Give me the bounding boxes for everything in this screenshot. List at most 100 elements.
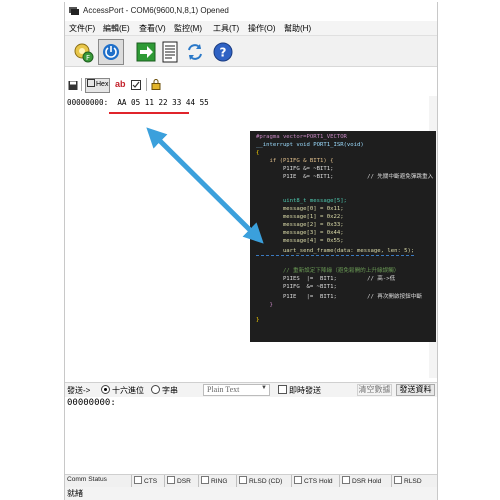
send-options-bar: 發送-> 十六進位 字串 Plain Text ▼ 即時發送 清空數據 發送資料 bbox=[65, 382, 437, 398]
svg-text:F: F bbox=[86, 54, 90, 62]
led-icon bbox=[394, 476, 402, 484]
receive-bytes: AA 05 11 22 33 44 55 bbox=[117, 98, 209, 107]
led-icon bbox=[342, 476, 350, 484]
hex-grid-icon bbox=[87, 79, 95, 87]
code-line-13: message[4] = 0x55; bbox=[256, 238, 344, 244]
menu-monitor[interactable]: 監控(M) bbox=[174, 23, 202, 34]
instant-send-label: 即時發送 bbox=[289, 386, 321, 395]
hex-radio[interactable]: 十六進位 bbox=[101, 385, 144, 396]
title-bar: AccessPort - COM6(9600,N,8,1) Opened bbox=[65, 2, 437, 20]
signal-cts-hold: CTS Hold bbox=[294, 476, 333, 485]
toolbar-divider bbox=[146, 78, 147, 91]
power-icon bbox=[103, 44, 119, 60]
string-radio-label: 字串 bbox=[162, 386, 178, 395]
hex-label: Hex bbox=[96, 81, 109, 88]
led-icon bbox=[134, 476, 142, 484]
connect-settings-button[interactable]: F bbox=[71, 39, 97, 65]
status-divider bbox=[164, 475, 165, 487]
send-address: 00000000: bbox=[67, 398, 116, 408]
string-radio[interactable]: 字串 bbox=[151, 385, 178, 396]
chevron-down-icon: ▼ bbox=[261, 385, 267, 391]
code-line-20: } bbox=[256, 302, 273, 308]
code-line-14: uart_send_frame(data: message, len: 5); bbox=[256, 248, 415, 257]
signal-ring: RING bbox=[201, 476, 227, 485]
signal-rlsd: RLSD bbox=[394, 476, 422, 485]
status-text: 就緒 bbox=[67, 489, 83, 498]
refresh-button[interactable] bbox=[182, 39, 208, 65]
led-icon bbox=[294, 476, 302, 484]
signal-rlsd-label: RLSD bbox=[404, 478, 422, 485]
toolbar-divider bbox=[81, 78, 82, 91]
status-bar: 就緒 bbox=[65, 487, 437, 500]
send-data-button[interactable]: 發送資料 bbox=[396, 384, 435, 396]
comm-status-label: Comm Status bbox=[67, 476, 107, 483]
code-line-21: } bbox=[256, 317, 260, 323]
power-button[interactable] bbox=[98, 39, 124, 65]
status-divider bbox=[131, 475, 132, 487]
radio-selected-icon bbox=[101, 385, 110, 394]
menu-bar: 文件(F) 編輯(E) 查看(V) 監控(M) 工具(T) 操作(O) 幫助(H… bbox=[65, 21, 437, 36]
code-line-8: uint8_t message[5]; bbox=[256, 198, 347, 204]
port-settings-icon: F bbox=[74, 43, 94, 63]
signal-cts-label: CTS bbox=[144, 478, 158, 485]
text-view-button[interactable]: ab bbox=[115, 78, 126, 91]
signal-cts: CTS bbox=[134, 476, 157, 485]
menu-tools[interactable]: 工具(T) bbox=[213, 23, 239, 34]
signal-cts-hold-label: CTS Hold bbox=[304, 478, 333, 485]
checkbox-icon bbox=[278, 385, 287, 394]
code-line-11: message[2] = 0x33; bbox=[256, 222, 344, 228]
code-line-16: // 重新設定下降緣（避免鬆開的上升緣誤觸） bbox=[256, 268, 400, 274]
code-line-4: if (P1IFG & BIT1) { bbox=[256, 158, 334, 164]
code-line-12: message[3] = 0x44; bbox=[256, 230, 344, 236]
signal-dsr-hold-label: DSR Hold bbox=[352, 478, 382, 485]
svg-text:?: ? bbox=[220, 46, 227, 60]
lock-icon[interactable] bbox=[150, 78, 162, 91]
view-toolbar: Hex ab bbox=[65, 77, 437, 93]
clear-data-button[interactable]: 清空數據 bbox=[357, 384, 392, 396]
format-select-value: Plain Text bbox=[207, 385, 240, 394]
signal-ring-label: RING bbox=[211, 478, 228, 485]
code-line-2: __interrupt void PORT1_ISR(void) bbox=[256, 142, 364, 148]
status-divider bbox=[339, 475, 340, 487]
led-icon bbox=[167, 476, 175, 484]
send-arrow-button[interactable] bbox=[133, 39, 159, 65]
code-snippet-panel: #pragma vector=PORT1_VECTOR __interrupt … bbox=[250, 131, 436, 342]
signal-rlsd-cd-label: RLSD (CD) bbox=[249, 478, 283, 485]
instant-send-checkbox[interactable]: 即時發送 bbox=[278, 385, 321, 396]
led-icon bbox=[239, 476, 247, 484]
menu-edit[interactable]: 編輯(E) bbox=[103, 23, 130, 34]
send-input-area[interactable]: 00000000: bbox=[65, 397, 437, 471]
send-label: 發送-> bbox=[67, 386, 91, 395]
receive-data-view[interactable]: 00000000: AA 05 11 22 33 44 55 #pragma v… bbox=[65, 96, 437, 378]
code-line-18: P1IFG &= ~BIT1; bbox=[256, 284, 337, 290]
app-icon bbox=[69, 7, 79, 15]
menu-operate[interactable]: 操作(O) bbox=[248, 23, 276, 34]
menu-file[interactable]: 文件(F) bbox=[69, 23, 95, 34]
code-line-9: message[0] = 0x11; bbox=[256, 206, 344, 212]
help-icon: ? bbox=[213, 42, 233, 62]
save-icon[interactable] bbox=[68, 79, 78, 92]
code-line-19: P1IE |= BIT1; // 再次開啟按鈕中斷 bbox=[256, 294, 422, 300]
help-button[interactable]: ? bbox=[210, 39, 236, 65]
highlight-underline bbox=[109, 112, 189, 114]
menu-view[interactable]: 查看(V) bbox=[139, 23, 166, 34]
document-icon bbox=[162, 41, 178, 63]
receive-address: 00000000: bbox=[67, 98, 109, 107]
signal-dsr: DSR bbox=[167, 476, 191, 485]
status-divider bbox=[198, 475, 199, 487]
edit-check-icon[interactable] bbox=[131, 79, 142, 92]
signal-status-row: Comm Status CTS DSR RING RLSD (CD) CTS H… bbox=[65, 474, 437, 488]
menu-help[interactable]: 幫助(H) bbox=[284, 23, 311, 34]
hex-radio-label: 十六進位 bbox=[112, 386, 144, 395]
radio-icon bbox=[151, 385, 160, 394]
code-line-3: { bbox=[256, 150, 260, 156]
code-line-5: P1IFG &= ~BIT1; bbox=[256, 166, 334, 172]
window-title: AccessPort - COM6(9600,N,8,1) Opened bbox=[83, 6, 229, 15]
code-line-6: P1IE &= ~BIT1; // 先關中斷避免彈跳重入 bbox=[256, 174, 434, 180]
document-button[interactable] bbox=[157, 39, 183, 65]
format-select[interactable]: Plain Text ▼ bbox=[203, 384, 270, 396]
hex-view-button[interactable]: Hex bbox=[85, 78, 111, 93]
code-line-10: message[1] = 0x22; bbox=[256, 214, 344, 220]
accessport-window: AccessPort - COM6(9600,N,8,1) Opened 文件(… bbox=[64, 2, 438, 500]
led-icon bbox=[201, 476, 209, 484]
